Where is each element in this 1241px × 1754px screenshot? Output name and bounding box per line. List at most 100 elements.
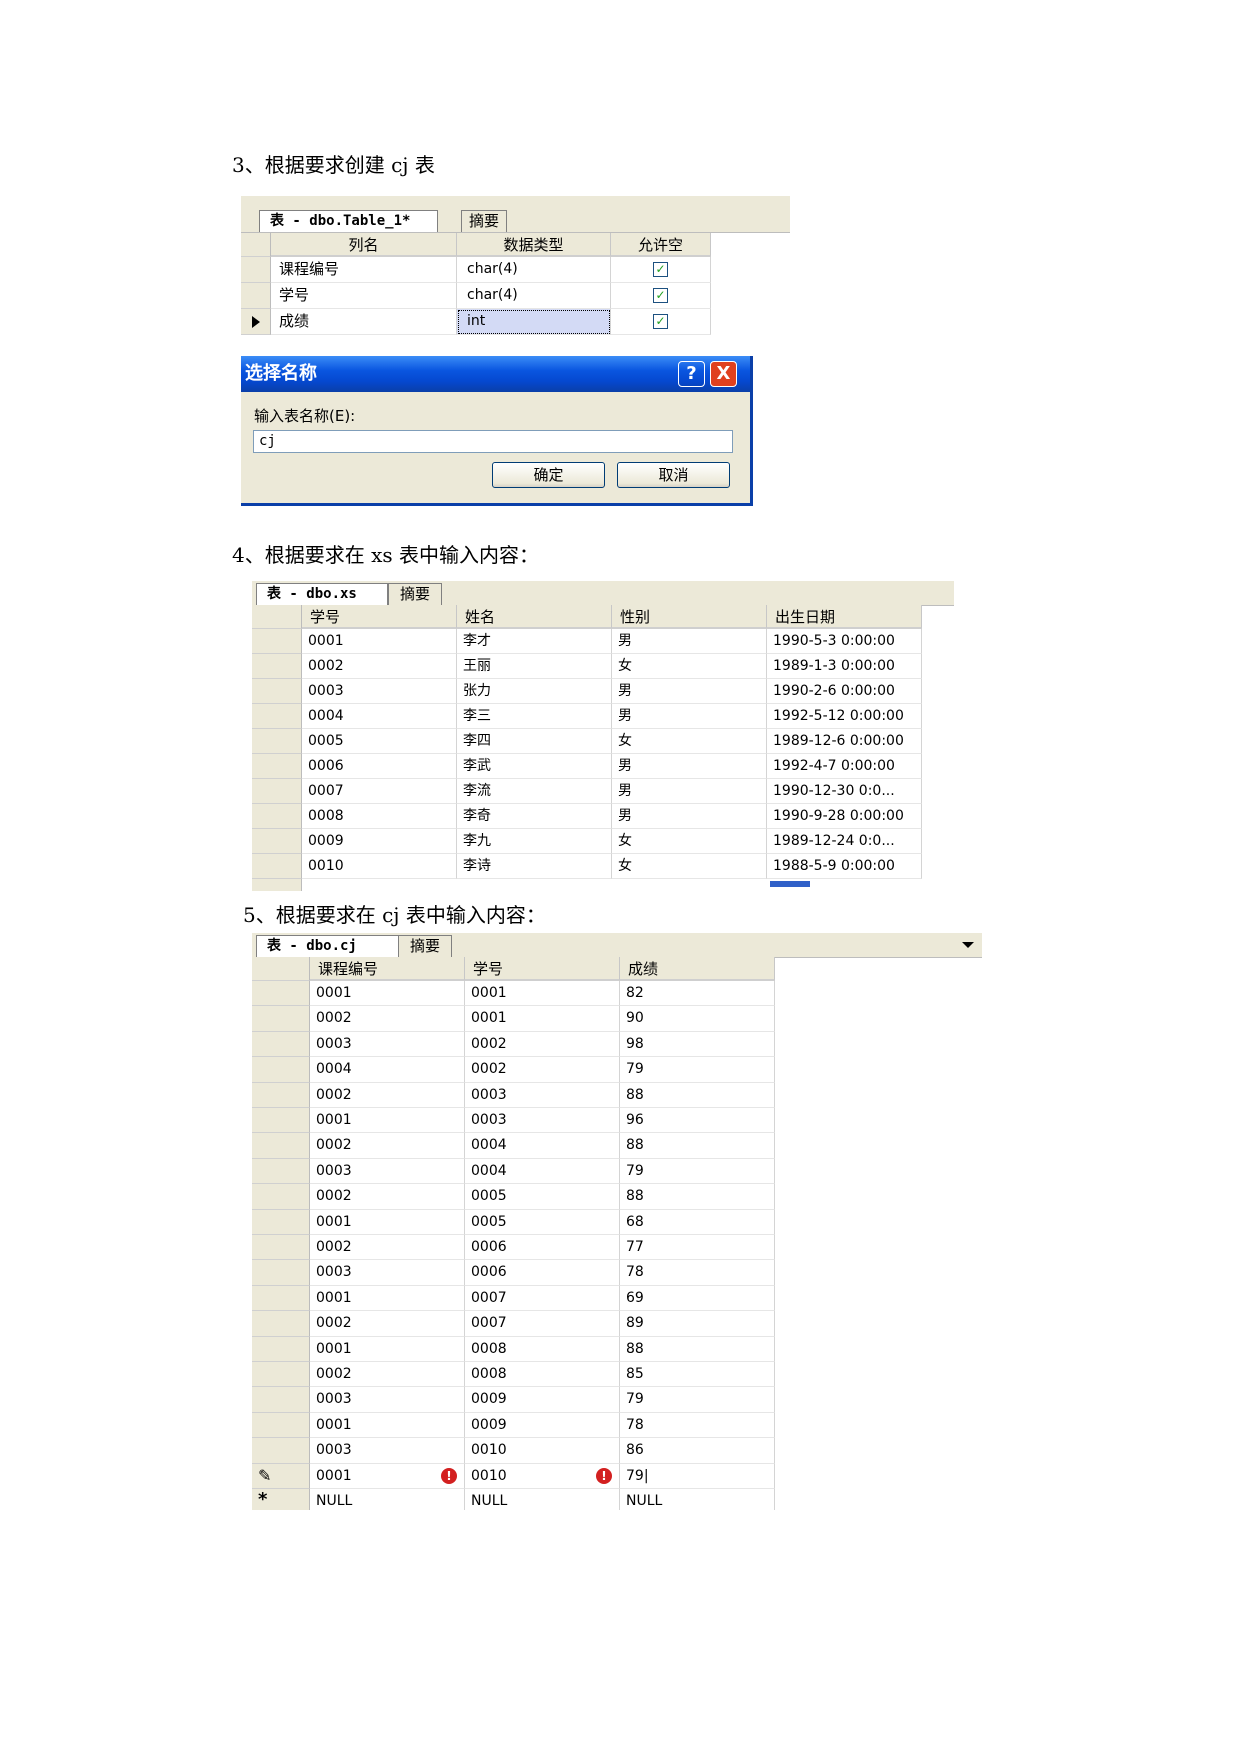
table-cell[interactable]: 0003 xyxy=(310,1260,465,1286)
row-selector[interactable] xyxy=(252,1438,310,1464)
table-cell[interactable]: 1989-12-24 0:0... xyxy=(767,829,922,854)
table-cell[interactable]: 1992-5-12 0:00:00 xyxy=(767,704,922,729)
table-cell[interactable]: 0005 xyxy=(465,1209,620,1235)
row-selector[interactable]: ✎ xyxy=(252,1463,310,1489)
table-cell[interactable]: 79| xyxy=(620,1463,775,1489)
row-selector[interactable] xyxy=(252,1133,310,1159)
table-cell[interactable]: 1990-9-28 0:00:00 xyxy=(767,804,922,829)
row-selector[interactable] xyxy=(252,1082,310,1108)
table-cell[interactable]: 女 xyxy=(612,729,767,754)
table-cell[interactable]: 0001 xyxy=(310,1108,465,1134)
summary-tab[interactable]: 摘要 xyxy=(461,210,507,232)
table-cell[interactable]: 89 xyxy=(620,1311,775,1337)
row-selector[interactable] xyxy=(252,654,302,679)
table-name-input[interactable]: cj xyxy=(253,430,733,453)
table-cell[interactable]: 0001! xyxy=(310,1463,465,1489)
table-cell[interactable]: 78 xyxy=(620,1260,775,1286)
table-cell[interactable]: 0001 xyxy=(465,1006,620,1032)
table-cell[interactable]: 0005 xyxy=(465,1184,620,1210)
row-selector[interactable] xyxy=(252,1108,310,1134)
data-type-cell[interactable]: int xyxy=(457,309,611,335)
table-cell[interactable]: 女 xyxy=(612,854,767,879)
table-cell[interactable]: 0006 xyxy=(465,1235,620,1261)
table-cell[interactable]: 男 xyxy=(612,679,767,704)
table-cell[interactable]: 1989-1-3 0:00:00 xyxy=(767,654,922,679)
chevron-down-icon[interactable] xyxy=(962,942,974,948)
table-cell[interactable]: 85 xyxy=(620,1362,775,1388)
table-cell[interactable]: 男 xyxy=(612,804,767,829)
table-cell[interactable]: 女 xyxy=(612,829,767,854)
allow-null-checkbox[interactable]: ✓ xyxy=(653,262,668,277)
row-selector[interactable] xyxy=(252,1184,310,1210)
table-cell[interactable]: 张力 xyxy=(457,679,612,704)
table-cell[interactable]: 98 xyxy=(620,1031,775,1058)
table-cell[interactable]: 96 xyxy=(620,1108,775,1134)
table-cell[interactable]: 77 xyxy=(620,1235,775,1261)
table-cell[interactable]: 0003 xyxy=(465,1108,620,1134)
table-cell[interactable]: 0010 xyxy=(465,1438,620,1464)
table-cell[interactable]: 0002 xyxy=(310,1082,465,1108)
table-cell[interactable]: 0005 xyxy=(302,729,457,754)
close-icon[interactable]: X xyxy=(710,361,737,387)
table-cell[interactable]: 0003 xyxy=(465,1082,620,1108)
null-cell[interactable]: NULL xyxy=(620,1489,775,1510)
cancel-button[interactable]: 取消 xyxy=(617,462,730,488)
help-icon[interactable]: ? xyxy=(678,361,705,387)
table-cell[interactable]: 0009 xyxy=(465,1387,620,1413)
row-selector[interactable] xyxy=(252,1387,310,1413)
ok-button[interactable]: 确定 xyxy=(492,462,605,488)
row-selector[interactable] xyxy=(252,1031,310,1058)
table-cell[interactable]: 0001 xyxy=(302,629,457,654)
null-cell[interactable]: NULL xyxy=(465,1489,620,1510)
row-selector[interactable] xyxy=(241,283,271,309)
table-cell[interactable]: 0007 xyxy=(465,1285,620,1312)
table-cell[interactable]: 79 xyxy=(620,1387,775,1413)
row-selector[interactable] xyxy=(252,854,302,879)
table-cell[interactable]: 88 xyxy=(620,1184,775,1210)
table-design-tab[interactable]: 表 - dbo.Table_1* xyxy=(259,210,438,232)
table-cell[interactable]: 男 xyxy=(612,779,767,804)
table-cell[interactable]: 68 xyxy=(620,1209,775,1235)
table-cell[interactable]: 69 xyxy=(620,1285,775,1312)
table-cell[interactable]: 0001 xyxy=(310,1285,465,1312)
table-cell[interactable]: 79 xyxy=(620,1057,775,1083)
table-cell[interactable]: 0002 xyxy=(310,1311,465,1337)
row-selector[interactable] xyxy=(252,1158,310,1185)
table-cell[interactable]: 0003 xyxy=(310,1438,465,1464)
table-cell[interactable]: 0008 xyxy=(302,804,457,829)
row-selector[interactable] xyxy=(252,754,302,779)
table-cell[interactable]: 李九 xyxy=(457,829,612,854)
row-selector[interactable] xyxy=(252,1412,310,1439)
table-cell[interactable]: 0004 xyxy=(302,704,457,729)
table-cell[interactable]: 0010 xyxy=(302,854,457,879)
table-cell[interactable]: 0001 xyxy=(310,1209,465,1235)
table-cell[interactable]: 0008 xyxy=(465,1362,620,1388)
table-cell[interactable]: 79 xyxy=(620,1158,775,1185)
table-cell[interactable]: 男 xyxy=(612,704,767,729)
column-name-cell[interactable]: 成绩 xyxy=(271,309,457,335)
table-cell[interactable]: 0004 xyxy=(465,1158,620,1185)
column-name-cell[interactable]: 课程编号 xyxy=(271,257,457,283)
table-cell[interactable]: 李四 xyxy=(457,729,612,754)
row-selector[interactable] xyxy=(252,704,302,729)
xs-table-tab[interactable]: 表 - dbo.xs xyxy=(256,583,388,605)
table-cell[interactable]: 0010! xyxy=(465,1463,620,1489)
table-cell[interactable]: 王丽 xyxy=(457,654,612,679)
table-cell[interactable]: 0002 xyxy=(310,1184,465,1210)
column-name-cell[interactable]: 学号 xyxy=(271,283,457,309)
table-cell[interactable]: 0003 xyxy=(310,1158,465,1185)
table-cell[interactable]: 0003 xyxy=(310,1387,465,1413)
row-selector[interactable] xyxy=(252,804,302,829)
allow-null-checkbox[interactable]: ✓ xyxy=(653,288,668,303)
table-cell[interactable]: 0002 xyxy=(310,1006,465,1032)
table-cell[interactable]: 0007 xyxy=(465,1311,620,1337)
row-selector[interactable] xyxy=(252,679,302,704)
table-cell[interactable]: 1990-5-3 0:00:00 xyxy=(767,629,922,654)
table-cell[interactable]: 90 xyxy=(620,1006,775,1032)
row-selector[interactable] xyxy=(252,1260,310,1286)
row-selector[interactable] xyxy=(252,1362,310,1388)
row-selector[interactable] xyxy=(252,1285,310,1312)
row-selector[interactable] xyxy=(252,1057,310,1083)
table-cell[interactable]: 李武 xyxy=(457,754,612,779)
row-selector[interactable] xyxy=(252,1311,310,1337)
